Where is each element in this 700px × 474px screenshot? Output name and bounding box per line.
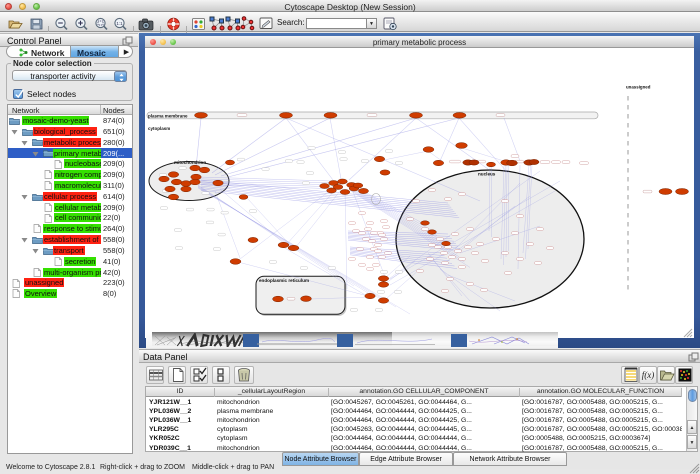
svg-text:cytoplasm: cytoplasm	[148, 126, 170, 131]
svg-text:endoplasmic reticulum: endoplasmic reticulum	[259, 278, 309, 283]
svg-text:mitochondrion: mitochondrion	[174, 160, 206, 165]
svg-text:plasma membrane: plasma membrane	[148, 114, 188, 119]
svg-text:1:1: 1:1	[116, 21, 123, 26]
svg-text:unassigned: unassigned	[626, 85, 651, 90]
svg-text:nucleus: nucleus	[478, 172, 496, 177]
